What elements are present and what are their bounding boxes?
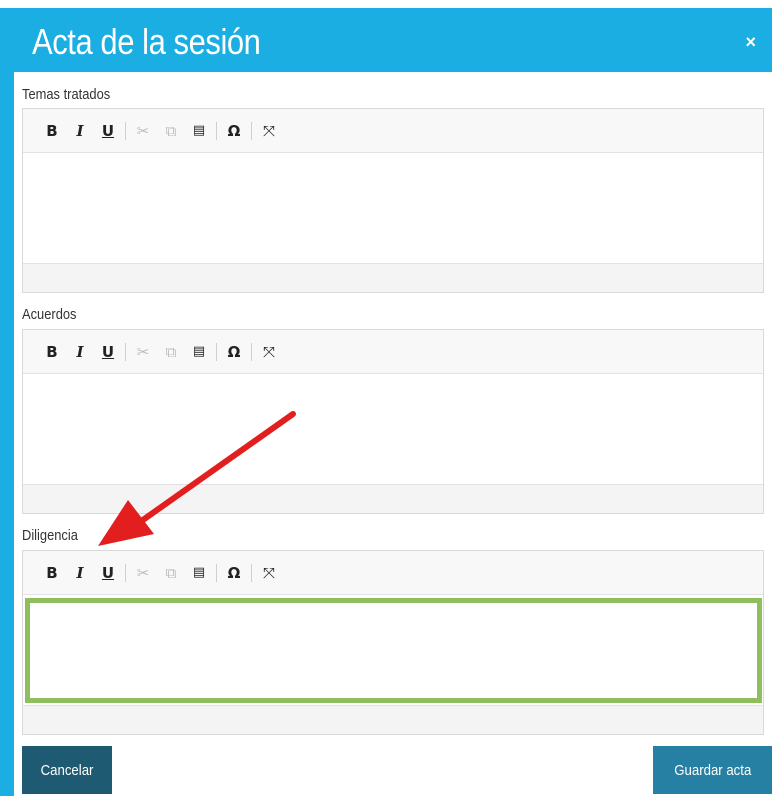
close-icon[interactable]: × xyxy=(745,32,756,53)
cut-icon[interactable]: ✂ xyxy=(132,343,154,361)
editor-statusbar xyxy=(23,705,763,734)
italic-button[interactable]: I xyxy=(69,564,91,582)
save-button-label: Guardar acta xyxy=(673,761,752,779)
copy-icon[interactable]: ⧉ xyxy=(160,564,182,582)
maximize-icon[interactable]: ⤧ xyxy=(258,122,280,140)
underline-button[interactable]: U xyxy=(97,343,119,361)
toolbar-separator xyxy=(251,563,252,582)
edit-area-acuerdos[interactable] xyxy=(23,374,763,484)
editor-statusbar xyxy=(23,484,763,513)
toolbar-separator xyxy=(251,342,252,361)
bold-button[interactable]: B xyxy=(41,122,63,140)
cancel-button[interactable]: Cancelar xyxy=(22,746,112,794)
maximize-icon[interactable]: ⤧ xyxy=(258,343,280,361)
cut-icon[interactable]: ✂ xyxy=(132,122,154,140)
editor-temas-tratados: B I U ✂ ⧉ ▤ Ω ⤧ xyxy=(22,108,764,293)
dialog-left-border xyxy=(0,8,14,796)
toolbar-separator xyxy=(125,563,126,582)
paste-icon[interactable]: ▤ xyxy=(188,344,210,359)
toolbar-separator xyxy=(125,121,126,140)
dialog-title: Acta de la sesión xyxy=(32,21,261,62)
acta-dialog: Acta de la sesión × Temas tratados B I U… xyxy=(0,0,772,796)
editor-toolbar: B I U ✂ ⧉ ▤ Ω ⤧ xyxy=(23,330,763,374)
special-char-button[interactable]: Ω xyxy=(223,122,245,140)
underline-button[interactable]: U xyxy=(97,564,119,582)
save-button[interactable]: Guardar acta xyxy=(653,746,772,794)
cut-icon[interactable]: ✂ xyxy=(132,564,154,582)
field-label-diligencia: Diligencia xyxy=(22,527,78,544)
maximize-icon[interactable]: ⤧ xyxy=(258,564,280,582)
underline-button[interactable]: U xyxy=(97,122,119,140)
editor-statusbar xyxy=(23,263,763,292)
toolbar-separator xyxy=(125,342,126,361)
toolbar-separator xyxy=(216,563,217,582)
field-label-temas-tratados: Temas tratados xyxy=(22,86,111,103)
editor-toolbar: B I U ✂ ⧉ ▤ Ω ⤧ xyxy=(23,551,763,595)
toolbar-separator xyxy=(216,342,217,361)
copy-icon[interactable]: ⧉ xyxy=(160,343,182,361)
editor-toolbar: B I U ✂ ⧉ ▤ Ω ⤧ xyxy=(23,109,763,153)
toolbar-separator xyxy=(251,121,252,140)
edit-area-temas-tratados[interactable] xyxy=(23,153,763,263)
highlight-box xyxy=(25,598,762,703)
paste-icon[interactable]: ▤ xyxy=(188,565,210,580)
bold-button[interactable]: B xyxy=(41,343,63,361)
editor-acuerdos: B I U ✂ ⧉ ▤ Ω ⤧ xyxy=(22,329,764,514)
italic-button[interactable]: I xyxy=(69,122,91,140)
bold-button[interactable]: B xyxy=(41,564,63,582)
cancel-button-label: Cancelar xyxy=(40,761,94,779)
field-label-acuerdos: Acuerdos xyxy=(22,306,77,323)
dialog-header: Acta de la sesión × xyxy=(14,8,772,72)
paste-icon[interactable]: ▤ xyxy=(188,123,210,138)
italic-button[interactable]: I xyxy=(69,343,91,361)
toolbar-separator xyxy=(216,121,217,140)
copy-icon[interactable]: ⧉ xyxy=(160,122,182,140)
special-char-button[interactable]: Ω xyxy=(223,343,245,361)
special-char-button[interactable]: Ω xyxy=(223,564,245,582)
